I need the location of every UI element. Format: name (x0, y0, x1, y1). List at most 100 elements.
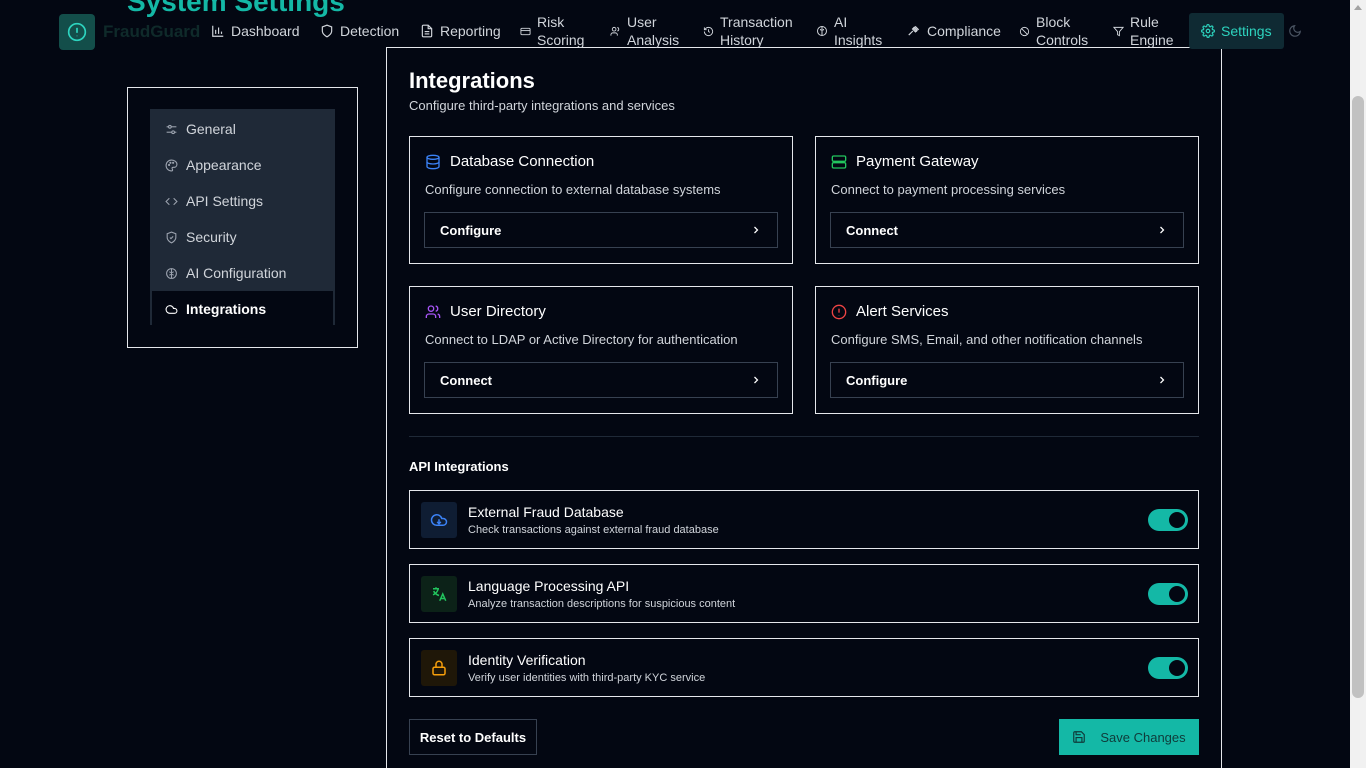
credit-card-icon (520, 27, 531, 35)
users-icon (425, 304, 441, 318)
nav-label: Transaction History (720, 14, 793, 48)
brain-icon (817, 26, 827, 36)
alert-circle-icon (67, 22, 87, 42)
api-item-description: Verify user identities with third-party … (468, 672, 706, 684)
filter-icon (1113, 26, 1124, 36)
sidebar-item-ai-configuration[interactable]: AI Configuration (152, 255, 333, 291)
api-item-name: External Fraud Database (468, 504, 624, 520)
connect-user-directory-button[interactable]: Connect (424, 362, 778, 398)
button-label: Configure (440, 222, 502, 238)
card-description: Configure connection to external databas… (425, 182, 721, 197)
nav-compliance[interactable]: Compliance (907, 13, 1001, 49)
sidebar-item-label: Integrations (186, 301, 267, 317)
button-label: Connect (440, 372, 492, 388)
section-title: Integrations (409, 68, 535, 93)
theme-toggle[interactable] (1288, 24, 1302, 41)
configure-alert-services-button[interactable]: Configure (830, 362, 1184, 398)
nav-label: Reporting (440, 23, 501, 39)
nav-label: AI Insights (834, 14, 883, 48)
integration-card-alert-services: Alert Services Configure SMS, Email, and… (815, 286, 1199, 414)
shield-icon (321, 24, 333, 38)
cloud-icon (165, 304, 178, 314)
settings-sidebar: General Appearance API Settings Security… (127, 87, 358, 348)
nav-label: Compliance (927, 23, 1001, 39)
integrations-panel: Integrations Configure third-party integ… (386, 47, 1222, 768)
gear-icon (1201, 24, 1215, 38)
identity-verification-toggle[interactable] (1148, 657, 1188, 679)
code-icon (165, 197, 178, 205)
nav-detection[interactable]: Detection (320, 13, 399, 49)
integration-card-payment-gateway: Payment Gateway Connect to payment proce… (815, 136, 1199, 264)
moon-icon (1289, 25, 1301, 37)
nav-transaction-history[interactable]: Transaction History (703, 13, 793, 49)
chevron-right-icon (754, 376, 759, 384)
card-title: Payment Gateway (856, 153, 979, 170)
api-item-language-processing: Language Processing API Analyze transact… (409, 564, 1199, 623)
card-description: Connect to payment processing services (831, 182, 1066, 197)
save-changes-button[interactable]: Save Changes (1059, 719, 1199, 755)
sidebar-item-label: API Settings (186, 193, 264, 209)
reset-to-defaults-button[interactable]: Reset to Defaults (409, 719, 537, 755)
card-title: User Directory (450, 303, 546, 320)
nav-label: Risk Scoring (537, 14, 585, 48)
configure-database-button[interactable]: Configure (424, 212, 778, 248)
nav-reporting[interactable]: Reporting (420, 13, 501, 49)
save-label: Save Changes (1100, 729, 1186, 745)
page-scrollbar[interactable] (1350, 0, 1366, 768)
section-divider (409, 436, 1199, 437)
sidebar-item-appearance[interactable]: Appearance (152, 147, 333, 183)
api-item-name: Language Processing API (468, 578, 630, 594)
settings-menu: General Appearance API Settings Security… (150, 109, 335, 327)
server-icon (831, 154, 847, 169)
file-text-icon (421, 24, 433, 38)
sliders-icon (166, 124, 177, 134)
api-item-name: Identity Verification (468, 652, 586, 668)
button-label: Connect (846, 222, 898, 238)
sidebar-item-label: AI Configuration (186, 265, 287, 281)
nav-label: User Analysis (627, 14, 680, 48)
brand-name: FraudGuard (103, 22, 201, 41)
sidebar-item-integrations[interactable]: Integrations (152, 291, 333, 327)
cloud-download-icon (430, 514, 448, 526)
nav-settings[interactable]: Settings (1189, 13, 1284, 49)
sidebar-item-general[interactable]: General (152, 111, 333, 147)
nav-ai-insights[interactable]: AI Insights (816, 13, 886, 49)
api-item-description: Analyze transaction descriptions for sus… (468, 598, 736, 610)
alert-circle-icon (831, 304, 847, 319)
integration-card-user-directory: User Directory Connect to LDAP or Active… (409, 286, 793, 414)
nav-risk-scoring[interactable]: Risk Scoring (520, 13, 590, 49)
nav-rule-engine[interactable]: Rule Engine (1113, 13, 1178, 49)
scroll-up-arrow[interactable] (1354, 5, 1362, 10)
nav-user-analysis[interactable]: User Analysis (610, 13, 690, 49)
sidebar-item-security[interactable]: Security (152, 219, 333, 255)
nav-block-controls[interactable]: Block Controls (1019, 13, 1099, 49)
integration-card-database: Database Connection Configure connection… (409, 136, 793, 264)
toggle-knob (1169, 512, 1185, 528)
nav-label: Block Controls (1036, 14, 1089, 48)
external-fraud-database-toggle[interactable] (1148, 509, 1188, 531)
history-icon (703, 26, 714, 36)
bar-chart-icon (212, 25, 224, 37)
palette-icon (165, 159, 178, 171)
nav-label: Rule Engine (1130, 14, 1174, 48)
sidebar-item-api-settings[interactable]: API Settings (152, 183, 333, 219)
lock-icon (432, 660, 446, 676)
language-processing-toggle[interactable] (1148, 583, 1188, 605)
connect-payment-gateway-button[interactable]: Connect (830, 212, 1184, 248)
scrollbar-thumb[interactable] (1352, 96, 1364, 698)
chevron-right-icon (754, 226, 759, 234)
card-description: Configure SMS, Email, and other notifica… (831, 332, 1143, 347)
api-item-external-fraud-database: External Fraud Database Check transactio… (409, 490, 1199, 549)
card-description: Connect to LDAP or Active Directory for … (425, 332, 738, 347)
languages-icon (432, 587, 447, 602)
api-item-icon (421, 576, 457, 612)
users-icon (610, 26, 620, 36)
api-item-icon (421, 650, 457, 686)
toggle-knob (1169, 660, 1185, 676)
ban-icon (1019, 26, 1030, 36)
brand-logo[interactable] (59, 14, 95, 50)
section-subtitle: Configure third-party integrations and s… (409, 98, 675, 113)
nav-dashboard[interactable]: Dashboard (211, 13, 300, 49)
database-icon (426, 154, 440, 169)
card-title: Alert Services (856, 303, 949, 320)
